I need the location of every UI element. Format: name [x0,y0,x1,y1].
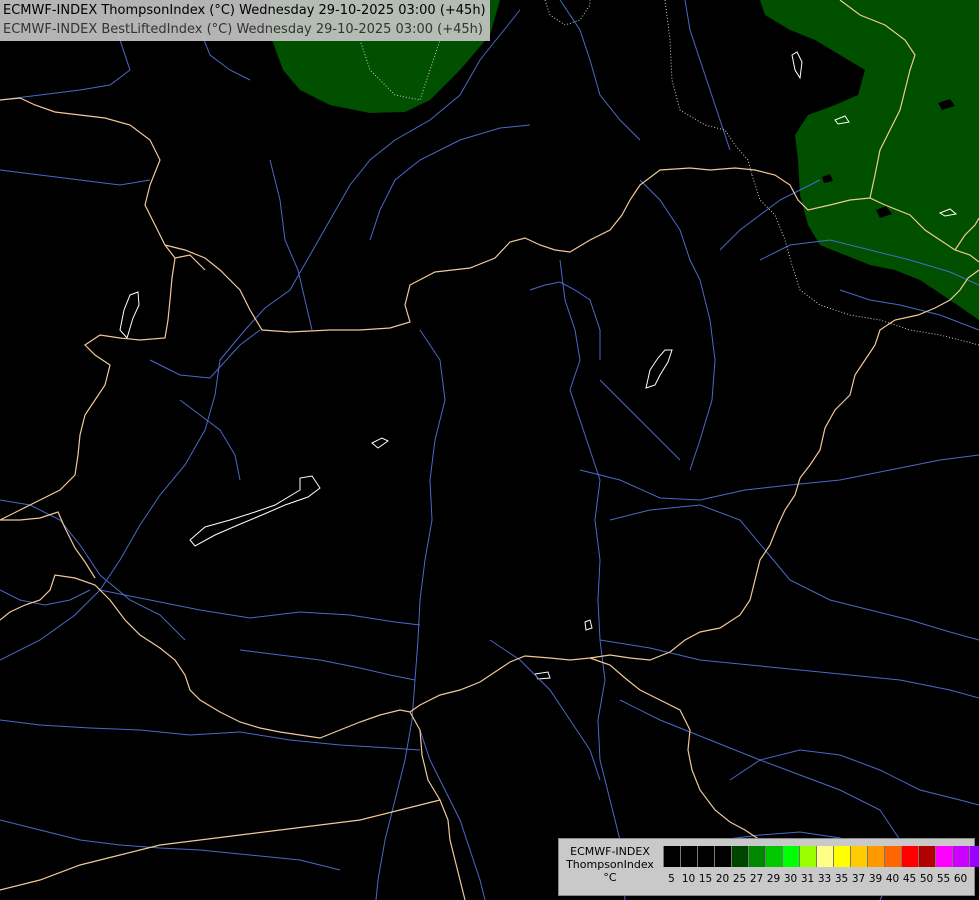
legend-swatch [799,846,816,867]
legend-swatch [969,846,979,867]
legend-swatch [850,846,867,867]
legend-tick-label: 25 [732,873,747,885]
title-best-lifted-index: ECMWF-INDEX BestLiftedIndex (°C) Wednesd… [3,22,483,37]
legend-swatch [833,846,850,867]
legend-swatch [816,846,833,867]
legend-tick-label: 50 [919,873,934,885]
legend-tick-label: 40 [885,873,900,885]
weather-map [0,0,979,900]
legend-parameter: ThompsonIndex [566,858,654,871]
legend-swatch [680,846,697,867]
legend-tick-label: 55 [936,873,951,885]
legend-tick-label: 37 [851,873,866,885]
legend-tick-label: 39 [868,873,883,885]
legend-swatch [714,846,731,867]
legend-swatch [748,846,765,867]
legend-swatch [765,846,782,867]
legend-swatch [867,846,884,867]
legend-tick-label: 27 [749,873,764,885]
legend-swatch [697,846,714,867]
legend-swatch [782,846,799,867]
legend-tick-label: 31 [800,873,815,885]
legend-label: ECMWF-INDEX ThompsonIndex °C [561,845,659,884]
legend-tick-label: 33 [817,873,832,885]
legend-swatch [663,846,680,867]
legend-swatch [901,846,918,867]
map-title-box: ECMWF-INDEX ThompsonIndex (°C) Wednesday… [0,0,490,41]
legend-tick-label: 35 [834,873,849,885]
legend-swatch [884,846,901,867]
legend-tick-label: 20 [715,873,730,885]
legend-tick-label: 45 [902,873,917,885]
legend-tick-label: 60 [953,873,968,885]
title-thompson-index: ECMWF-INDEX ThompsonIndex (°C) Wednesday… [3,3,486,18]
legend-tick-label: 30 [783,873,798,885]
color-legend: ECMWF-INDEX ThompsonIndex °C 5 10 15 20 25 27… [558,838,979,896]
legend-tick-label: 5 [668,873,675,885]
legend-swatches [663,846,979,867]
legend-swatch [918,846,935,867]
legend-unit: °C [603,871,617,884]
legend-ticks: 5 10 15 20 25 27 29 30 31 33 35 37 39 40 45 50 55 60 [663,873,969,885]
legend-swatch [952,846,969,867]
legend-swatch [935,846,952,867]
legend-tick-label: 10 [681,873,696,885]
legend-swatch [731,846,748,867]
legend-tick-label: 15 [698,873,713,885]
legend-model: ECMWF-INDEX [570,845,650,858]
legend-tick-label: 29 [766,873,781,885]
